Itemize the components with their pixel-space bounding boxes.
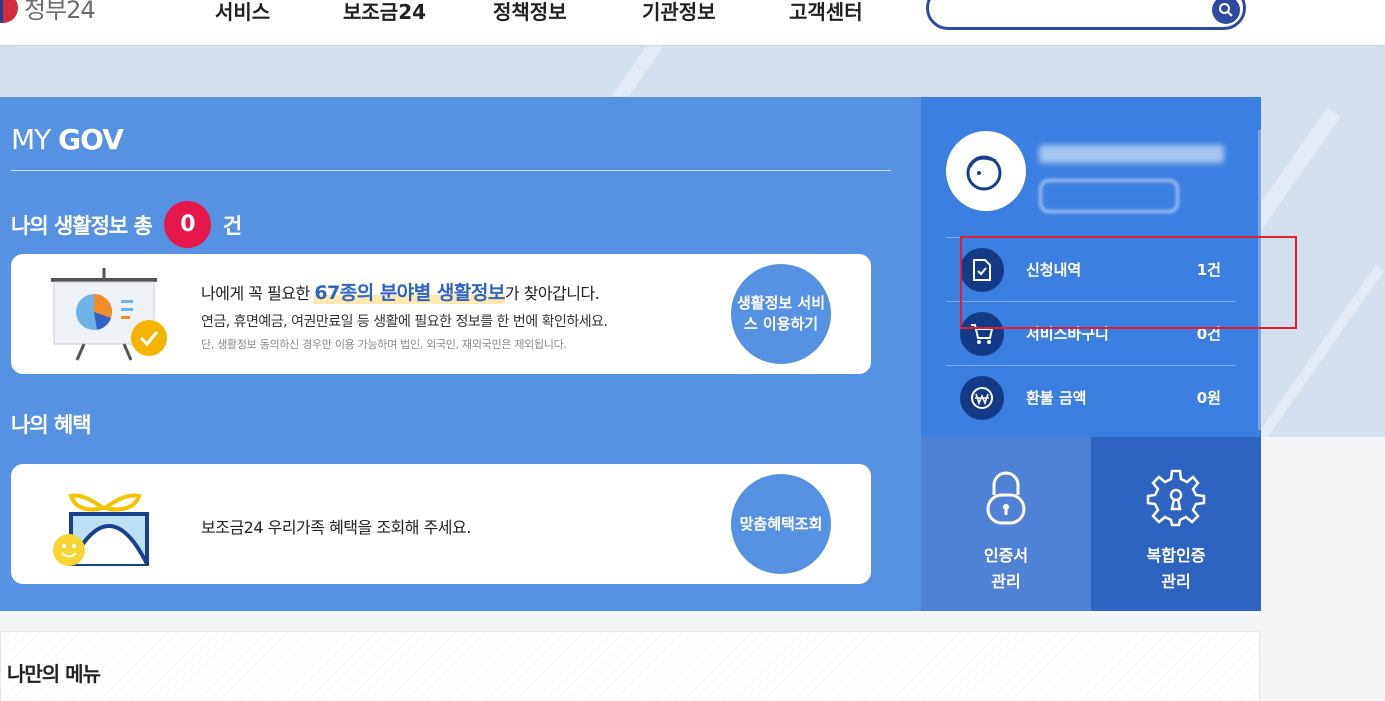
top-header: 정부24 서비스 보조금24 정책정보 기관정보 고객센터 <box>0 0 1385 45</box>
user-avatar <box>946 131 1026 211</box>
search-input[interactable] <box>926 0 1246 30</box>
side-row-refund-amount[interactable]: 환불 금액 0원 <box>946 365 1236 429</box>
gear-keyhole-icon <box>1146 469 1206 527</box>
user-face-icon <box>966 155 1002 191</box>
presentation-board-icon <box>51 268 167 361</box>
multi-auth-management-button[interactable]: 복합인증 관리 <box>1091 437 1261 611</box>
search-icon <box>1219 3 1233 17</box>
life-info-card: 나에게 꼭 필요한 67종의 분야별 생활정보가 찾아갑니다. 연금, 휴면예금… <box>11 254 871 374</box>
benefit-card: 보조금24 우리가족 혜택을 조회해 주세요. 맞춤혜택조회 <box>11 464 871 584</box>
life-info-sub-text: 연금, 휴면예금, 여권만료일 등 생활에 필요한 정보를 한 번에 확인하세요… <box>201 314 608 330</box>
gov24-logo[interactable]: 정부24 <box>0 0 96 25</box>
life-info-service-button[interactable]: 생활정보 서비스 이용하기 <box>731 264 831 364</box>
life-info-main-text: 나에게 꼭 필요한 67종의 분야별 생활정보가 찾아갑니다. <box>201 282 600 304</box>
benefit-text: 보조금24 우리가족 혜택을 조회해 주세요. <box>201 518 471 537</box>
mygov-title: MY GOV <box>11 123 124 156</box>
nav-customer-center[interactable]: 고객센터 <box>789 0 863 25</box>
mygov-panel: MY GOV 나의 생활정보 총 0 건 나에게 꼭 필요한 67종의 분야별 … <box>0 97 921 611</box>
won-icon <box>971 386 993 409</box>
custom-benefit-button[interactable]: 맞춤혜택조회 <box>731 474 831 574</box>
my-menu-title: 나만의 메뉴 <box>7 662 101 686</box>
side-row-value: 0원 <box>1196 389 1221 407</box>
my-menu-section: 나만의 메뉴 <box>0 631 1260 701</box>
padlock-icon <box>986 471 1026 525</box>
search-button[interactable] <box>1212 0 1240 24</box>
benefit-heading: 나의 혜택 <box>11 413 92 437</box>
nav-subsidy24[interactable]: 보조금24 <box>343 0 426 25</box>
life-info-heading: 나의 생활정보 총 0 건 <box>11 201 242 248</box>
divider <box>11 170 891 171</box>
life-info-note: 단, 생활정보 동의하신 경우만 이용 가능하며 법인, 외국인, 재외국민은 … <box>201 338 567 351</box>
nav-policy-info[interactable]: 정책정보 <box>493 0 567 25</box>
gift-benefit-icon <box>53 493 149 566</box>
side-row-label: 환불 금액 <box>1026 389 1087 407</box>
blurred-user-name <box>1039 145 1224 163</box>
life-info-count-badge: 0 <box>163 201 211 248</box>
nav-agency-info[interactable]: 기관정보 <box>642 0 716 25</box>
taegeuk-logo-icon <box>0 0 18 23</box>
certificate-management-button[interactable]: 인증서 관리 <box>921 437 1091 611</box>
annotation-highlight-box <box>960 236 1297 329</box>
nav-services[interactable]: 서비스 <box>215 0 270 25</box>
blurred-user-badge <box>1039 179 1179 213</box>
logo-text: 정부24 <box>24 0 96 24</box>
